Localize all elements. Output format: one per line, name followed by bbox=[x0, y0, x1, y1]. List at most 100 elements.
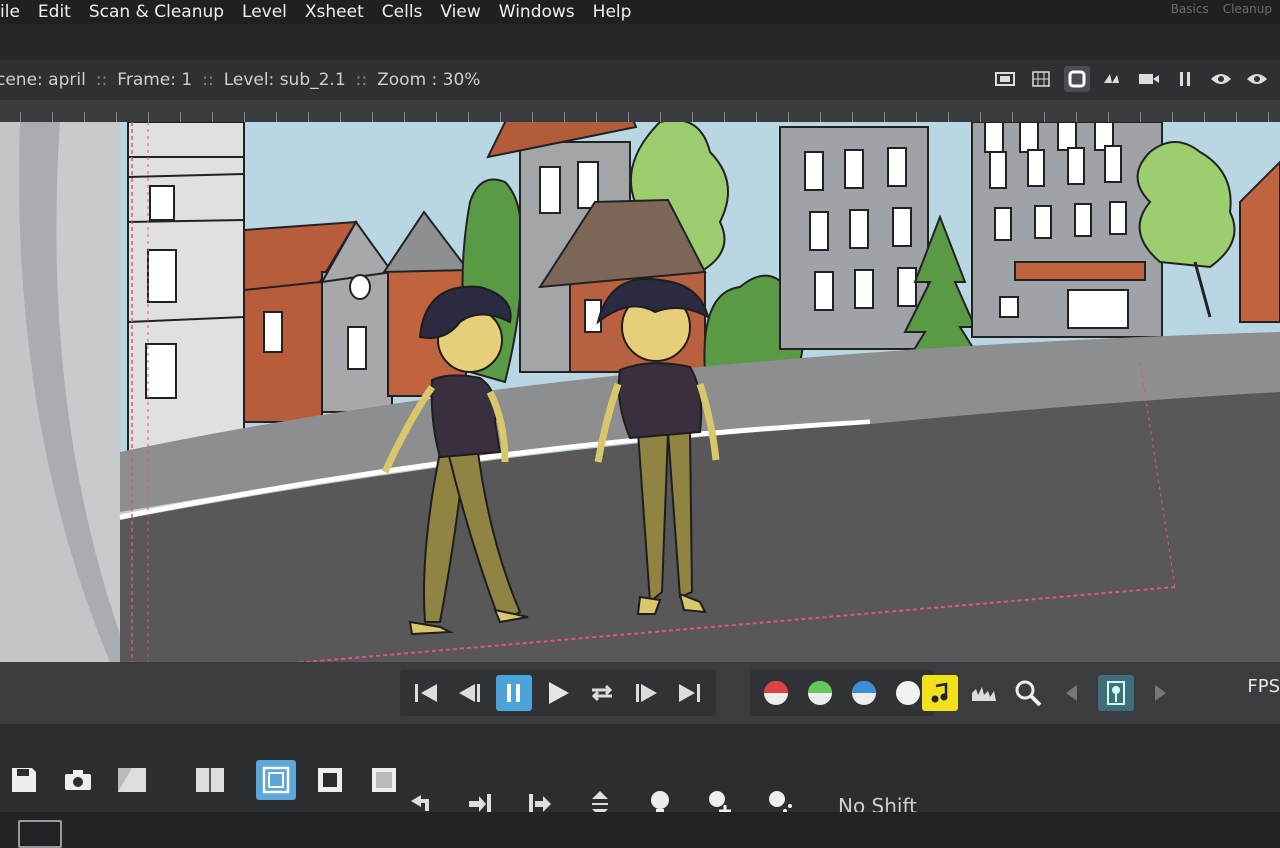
next-frame-icon[interactable] bbox=[628, 675, 664, 711]
ruler-tick bbox=[1012, 112, 1013, 122]
menu-level[interactable]: Level bbox=[236, 2, 299, 22]
ruler-tick bbox=[84, 112, 85, 122]
ruler-tick bbox=[180, 112, 181, 122]
lower-strip bbox=[0, 812, 1280, 848]
snapshot-camera-icon[interactable] bbox=[58, 760, 98, 800]
ruler-tick bbox=[980, 112, 981, 122]
viewer-info-bar: cene: april :: Frame: 1 :: Level: sub_2.… bbox=[0, 60, 1280, 100]
zoom-icon[interactable] bbox=[1010, 675, 1046, 711]
ruler-tick bbox=[660, 112, 661, 122]
viewer-tools bbox=[0, 752, 404, 808]
zoom-level: Zoom : 30% bbox=[377, 70, 481, 90]
ruler-tick bbox=[148, 112, 149, 122]
menu-help[interactable]: Help bbox=[587, 2, 644, 22]
camera-view-icon[interactable] bbox=[1064, 66, 1090, 92]
menu-scan-cleanup[interactable]: Scan & Cleanup bbox=[83, 2, 236, 22]
camera-stand-view-icon[interactable] bbox=[992, 66, 1018, 92]
separator: :: bbox=[95, 70, 108, 90]
sub-camera-preview-icon[interactable] bbox=[1244, 66, 1270, 92]
room-tabs: Basics Cleanup bbox=[1171, 2, 1272, 16]
first-frame-icon[interactable] bbox=[408, 675, 444, 711]
playback-controls bbox=[400, 670, 716, 716]
ruler-tick bbox=[1172, 112, 1173, 122]
menu-xsheet[interactable]: Xsheet bbox=[299, 2, 376, 22]
ruler-tick bbox=[500, 112, 501, 122]
pause-icon[interactable] bbox=[496, 675, 532, 711]
playback-bar: FPS bbox=[0, 662, 1280, 724]
view-mode-buttons bbox=[992, 66, 1270, 92]
ruler-tick bbox=[308, 112, 309, 122]
level-name: Level: sub_2.1 bbox=[223, 70, 346, 90]
ruler-tick bbox=[628, 112, 629, 122]
red-channel-icon[interactable] bbox=[758, 675, 794, 711]
3d-view-icon[interactable] bbox=[1028, 66, 1054, 92]
next-marker-icon[interactable] bbox=[1142, 675, 1178, 711]
menu-view[interactable]: View bbox=[434, 2, 492, 22]
ruler-tick bbox=[852, 112, 853, 122]
ruler-tick bbox=[820, 112, 821, 122]
loop-icon[interactable] bbox=[584, 675, 620, 711]
title-band bbox=[0, 24, 1280, 60]
ruler-tick bbox=[244, 112, 245, 122]
marker-icon[interactable] bbox=[1098, 675, 1134, 711]
menu-windows[interactable]: Windows bbox=[493, 2, 587, 22]
ruler-tick bbox=[788, 112, 789, 122]
separator: :: bbox=[202, 70, 214, 90]
prev-frame-icon[interactable] bbox=[452, 675, 488, 711]
separator: :: bbox=[355, 70, 368, 90]
room-tab-basics[interactable]: Basics bbox=[1171, 2, 1209, 16]
blue-channel-icon[interactable] bbox=[846, 675, 882, 711]
ruler-tick bbox=[212, 112, 213, 122]
ruler-tick bbox=[116, 112, 117, 122]
ruler-tick bbox=[340, 112, 341, 122]
ruler-tick bbox=[1044, 112, 1045, 122]
ruler-tick bbox=[948, 112, 949, 122]
last-frame-icon[interactable] bbox=[672, 675, 708, 711]
menu-bar: ile Edit Scan & Cleanup Level Xsheet Cel… bbox=[0, 0, 1280, 24]
room-tab-cleanup[interactable]: Cleanup bbox=[1223, 2, 1272, 16]
ruler-tick bbox=[468, 112, 469, 122]
scene-name: cene: april bbox=[0, 70, 86, 90]
ruler-tick bbox=[1140, 112, 1141, 122]
scene-viewer[interactable] bbox=[0, 122, 1280, 662]
menu-cells[interactable]: Cells bbox=[376, 2, 435, 22]
ruler-tick bbox=[532, 112, 533, 122]
play-icon[interactable] bbox=[540, 675, 576, 711]
bottom-toolbar: No Shift bbox=[0, 724, 1280, 848]
table-view-icon[interactable] bbox=[1100, 66, 1126, 92]
compare-icon[interactable] bbox=[112, 760, 152, 800]
safe-area-icon[interactable] bbox=[256, 760, 296, 800]
ruler-tick bbox=[1236, 112, 1237, 122]
ruler-tick bbox=[436, 112, 437, 122]
menu-edit[interactable]: Edit bbox=[32, 2, 83, 22]
menu-file[interactable]: ile bbox=[0, 2, 32, 22]
ruler-tick bbox=[564, 112, 565, 122]
sound-icon[interactable] bbox=[922, 675, 958, 711]
background-color-icon[interactable] bbox=[364, 760, 404, 800]
histogram-icon[interactable] bbox=[966, 675, 1002, 711]
preview-icon[interactable] bbox=[1208, 66, 1234, 92]
ruler-tick bbox=[916, 112, 917, 122]
camera-icon[interactable] bbox=[1136, 66, 1162, 92]
ruler-tick bbox=[404, 112, 405, 122]
frame-number: Frame: 1 bbox=[117, 70, 193, 90]
ruler-tick bbox=[372, 112, 373, 122]
ruler-tick bbox=[1076, 112, 1077, 122]
ruler-tick bbox=[692, 112, 693, 122]
monitor-icon[interactable] bbox=[18, 820, 62, 848]
viewer-ruler bbox=[0, 100, 1280, 122]
field-guide-icon[interactable] bbox=[310, 760, 350, 800]
split-icon[interactable] bbox=[190, 760, 230, 800]
fps-label: FPS bbox=[1247, 676, 1280, 697]
save-icon[interactable] bbox=[4, 760, 44, 800]
green-channel-icon[interactable] bbox=[802, 675, 838, 711]
ruler-tick bbox=[884, 112, 885, 122]
ruler-tick bbox=[20, 112, 21, 122]
freeze-icon[interactable] bbox=[1172, 66, 1198, 92]
prev-marker-icon[interactable] bbox=[1054, 675, 1090, 711]
ruler-tick bbox=[1268, 112, 1269, 122]
ruler-tick bbox=[276, 112, 277, 122]
ruler-tick bbox=[756, 112, 757, 122]
ruler-tick bbox=[1108, 112, 1109, 122]
ruler-tick bbox=[52, 112, 53, 122]
